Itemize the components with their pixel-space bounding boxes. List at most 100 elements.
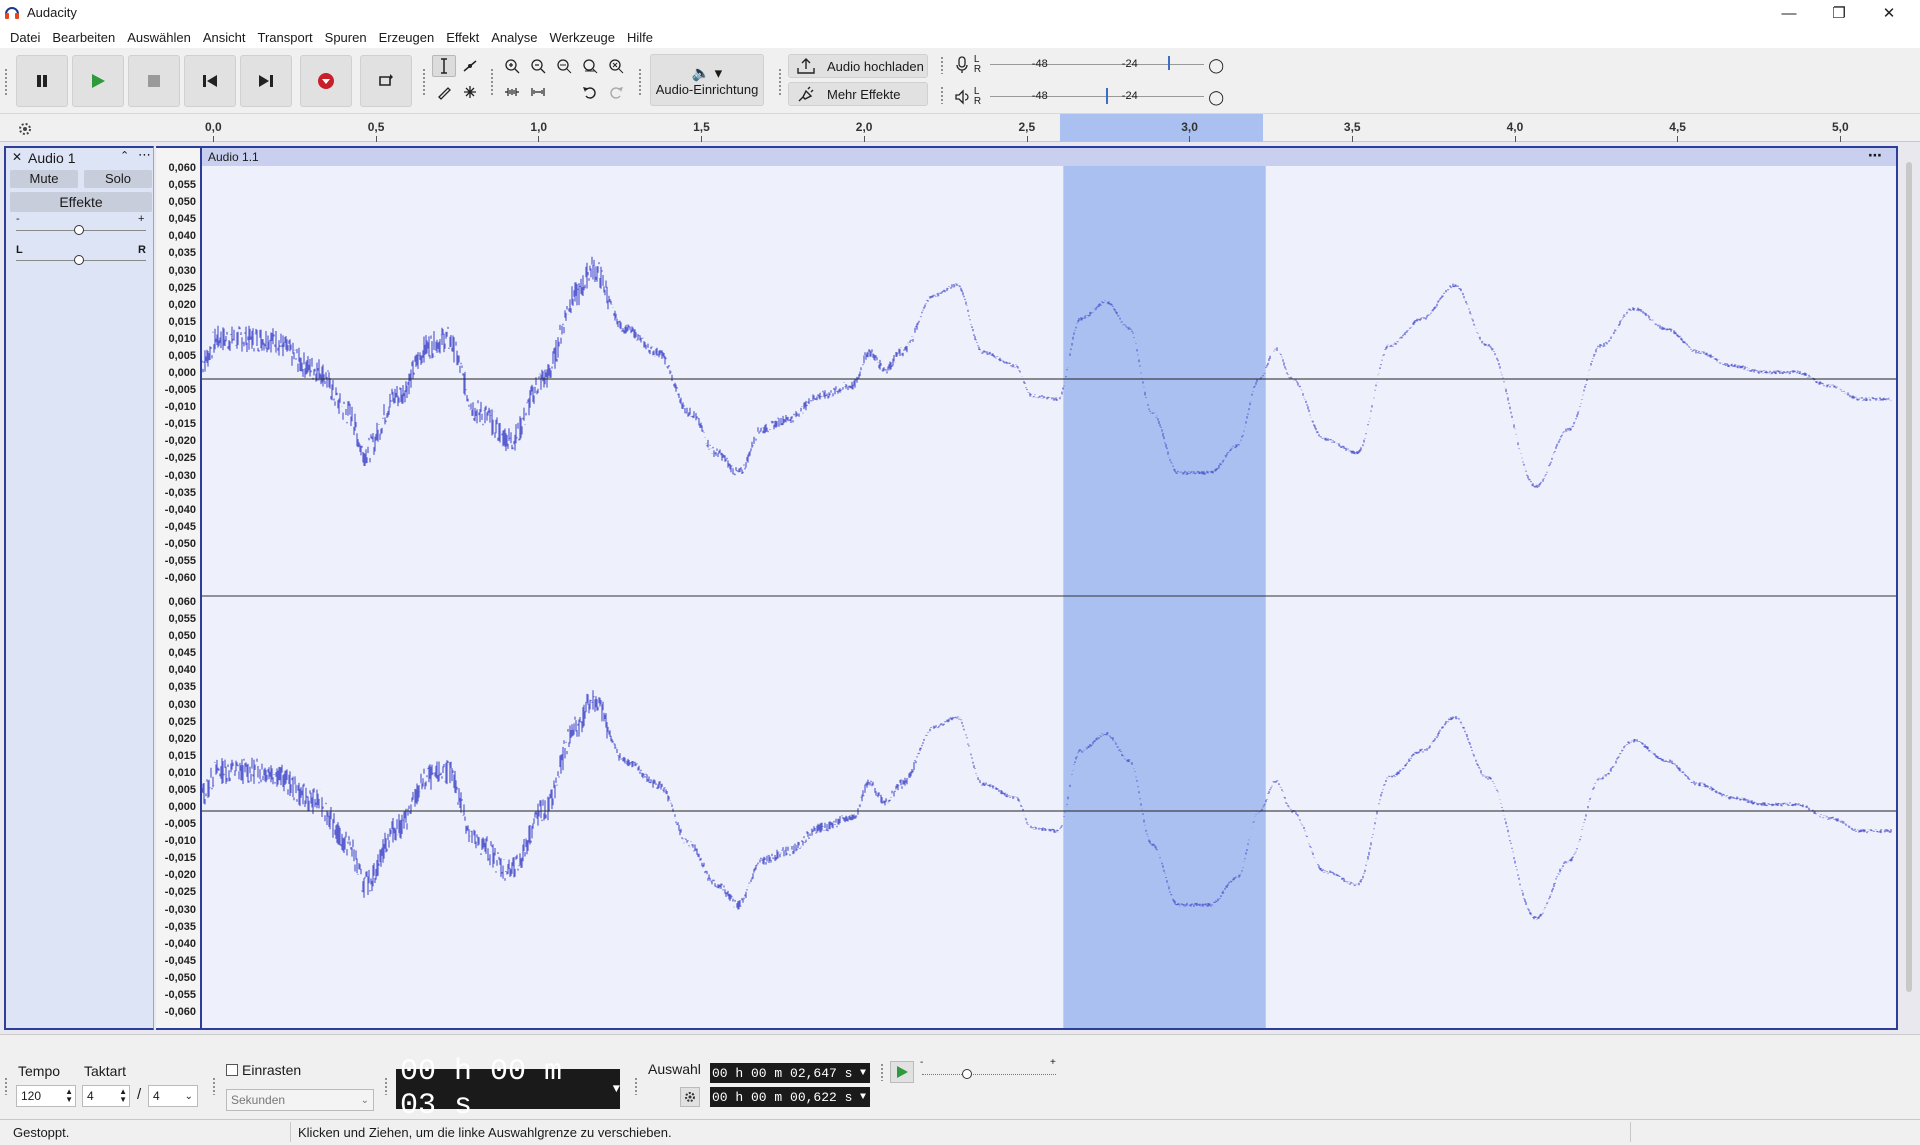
play-speed-grip[interactable] [880, 1063, 884, 1081]
selection-tool-button[interactable] [432, 55, 456, 77]
record-meter-grip[interactable] [940, 56, 944, 74]
time-sig-denominator[interactable]: 4 ⌄ [148, 1085, 198, 1107]
menu-analyse[interactable]: Analyse [485, 30, 543, 45]
time-format-chevron-icon[interactable]: ▼ [613, 1082, 620, 1096]
pan-right-label: R [138, 244, 146, 256]
edit-toolbar-grip[interactable] [490, 68, 494, 96]
amplitude-label: 0,050 [168, 196, 196, 209]
record-volume-icon[interactable]: ◯ [1208, 57, 1224, 74]
upload-audio-button[interactable]: Audio hochladen [788, 54, 928, 78]
window-title: Audacity [27, 5, 77, 20]
zoom-toggle-button[interactable] [604, 55, 628, 77]
effects-button[interactable]: Effekte [10, 192, 152, 212]
timeline-settings-gear-icon[interactable] [16, 120, 34, 138]
zoom-out-button[interactable] [526, 55, 550, 77]
multi-tool-button[interactable] [458, 81, 482, 103]
time-display[interactable]: 00 h 00 m 03 s ▼ [396, 1055, 620, 1123]
amplitude-ruler[interactable]: 0,060 0,055 0,050 0,045 0,040 0,035 0,030 0,025… [156, 146, 200, 1030]
selection-region[interactable] [1063, 166, 1266, 1028]
clip-menu-icon[interactable]: ⋯ [1868, 146, 1882, 164]
draw-tool-button[interactable] [432, 81, 456, 103]
menu-spuren[interactable]: Spuren [319, 30, 373, 45]
tempo-spin-arrows[interactable]: ▲ ▼ [65, 1088, 75, 1104]
amplitude-label: -0,030 [164, 469, 196, 482]
menu-transport[interactable]: Transport [252, 30, 319, 45]
tools-toolbar-grip[interactable] [422, 68, 426, 96]
record-button[interactable] [300, 55, 352, 107]
skip-to-start-button[interactable] [184, 55, 236, 107]
snap-grip[interactable] [212, 1077, 216, 1095]
play-meter-r: R [973, 96, 982, 107]
track-menu-icon[interactable]: ⋯ [138, 147, 151, 163]
length-format-chevron-icon[interactable]: ▼ [860, 1092, 870, 1103]
selection-length-time[interactable]: 00 h 00 m 00,622 s ▼ [710, 1087, 870, 1107]
menu-werkzeuge[interactable]: Werkzeuge [544, 30, 622, 45]
speed-slider-thumb[interactable] [962, 1069, 972, 1079]
play-at-speed-button[interactable] [890, 1061, 914, 1083]
play-speed-icon [897, 1066, 908, 1078]
menu-ansicht[interactable]: Ansicht [197, 30, 252, 45]
restore-button[interactable]: ❐ [1816, 0, 1862, 26]
audio-clip[interactable]: Audio 1.1 ⋯ [200, 146, 1898, 1030]
menu-auswaehlen[interactable]: Auswählen [121, 30, 197, 45]
amplitude-label: 0,030 [168, 264, 196, 277]
amplitude-label: 0,060 [168, 596, 196, 608]
fit-selection-button[interactable] [552, 55, 576, 77]
transport-toolbar-grip[interactable] [4, 68, 8, 96]
amplitude-label: -0,025 [164, 886, 196, 899]
zoom-in-button[interactable] [500, 55, 524, 77]
time-sig-numerator[interactable]: 4 ▲ ▼ [82, 1085, 130, 1107]
play-button[interactable] [72, 55, 124, 107]
minimize-button[interactable]: — [1766, 0, 1812, 26]
trim-button[interactable] [500, 81, 524, 103]
timeline-ruler[interactable]: 0,0 0,5 1,0 1,5 2,0 2,5 3,0 3,5 4,0 4,5 5,0 [0, 114, 1920, 142]
close-track-icon[interactable]: ✕ [12, 150, 22, 164]
selection-start-time[interactable]: 00 h 00 m 02,647 s ▼ [710, 1063, 870, 1083]
snap-checkbox[interactable] [226, 1064, 238, 1076]
menu-datei[interactable]: Datei [4, 30, 46, 45]
loop-button[interactable] [360, 55, 412, 107]
collapse-track-icon[interactable]: ⌃ [120, 149, 129, 162]
solo-button[interactable]: Solo [84, 170, 152, 188]
selection-grip[interactable] [634, 1077, 638, 1095]
vertical-scrollbar[interactable] [1906, 162, 1912, 992]
menu-bearbeiten[interactable]: Bearbeiten [46, 30, 121, 45]
silence-button[interactable] [526, 81, 550, 103]
time-grip[interactable] [384, 1077, 388, 1095]
playback-volume-icon[interactable]: ◯ [1208, 89, 1224, 106]
pan-slider-thumb[interactable] [74, 255, 84, 265]
track-name[interactable]: Audio 1 [28, 150, 75, 166]
tempo-input[interactable]: 120 ▲ ▼ [16, 1085, 76, 1107]
playback-meter[interactable]: LR -48 -24 ◯ [954, 86, 1224, 108]
menu-erzeugen[interactable]: Erzeugen [373, 30, 441, 45]
status-bar: Gestoppt. Klicken und Ziehen, um die lin… [0, 1119, 1920, 1145]
audio-setup-button[interactable]: 🔈 ▾ Audio-Einrichtung [650, 54, 764, 106]
pause-button[interactable] [16, 55, 68, 107]
mute-button[interactable]: Mute [10, 170, 78, 188]
gain-slider-thumb[interactable] [74, 225, 84, 235]
audio-setup-grip[interactable] [638, 68, 642, 96]
menu-effekt[interactable]: Effekt [440, 30, 485, 45]
stop-button[interactable] [128, 55, 180, 107]
play-meter-grip[interactable] [940, 86, 944, 104]
clip-header[interactable]: Audio 1.1 ⋯ [202, 146, 1896, 166]
envelope-tool-button[interactable] [458, 55, 482, 77]
amplitude-label: -0,040 [164, 503, 196, 516]
fit-project-button[interactable] [578, 55, 602, 77]
time-sig-grip[interactable] [4, 1077, 8, 1095]
start-format-chevron-icon[interactable]: ▼ [860, 1068, 870, 1079]
audio-setup-label: Audio-Einrichtung [655, 81, 759, 97]
record-meter[interactable]: LR -48 -24 ◯ [954, 54, 1224, 76]
share-toolbar-grip[interactable] [778, 68, 782, 96]
numerator-spin-arrows[interactable]: ▲ ▼ [119, 1088, 129, 1104]
snap-unit-select[interactable]: Sekunden ⌄ [226, 1089, 374, 1111]
redo-button[interactable] [604, 81, 628, 103]
waveform-right-channel [202, 690, 1892, 920]
more-effects-button[interactable]: Mehr Effekte [788, 82, 928, 106]
selection-settings-button[interactable] [680, 1087, 700, 1107]
waveform-display[interactable] [202, 166, 1896, 1028]
menu-hilfe[interactable]: Hilfe [621, 30, 659, 45]
skip-to-end-button[interactable] [240, 55, 292, 107]
close-window-button[interactable]: ✕ [1866, 0, 1912, 26]
undo-button[interactable] [578, 81, 602, 103]
